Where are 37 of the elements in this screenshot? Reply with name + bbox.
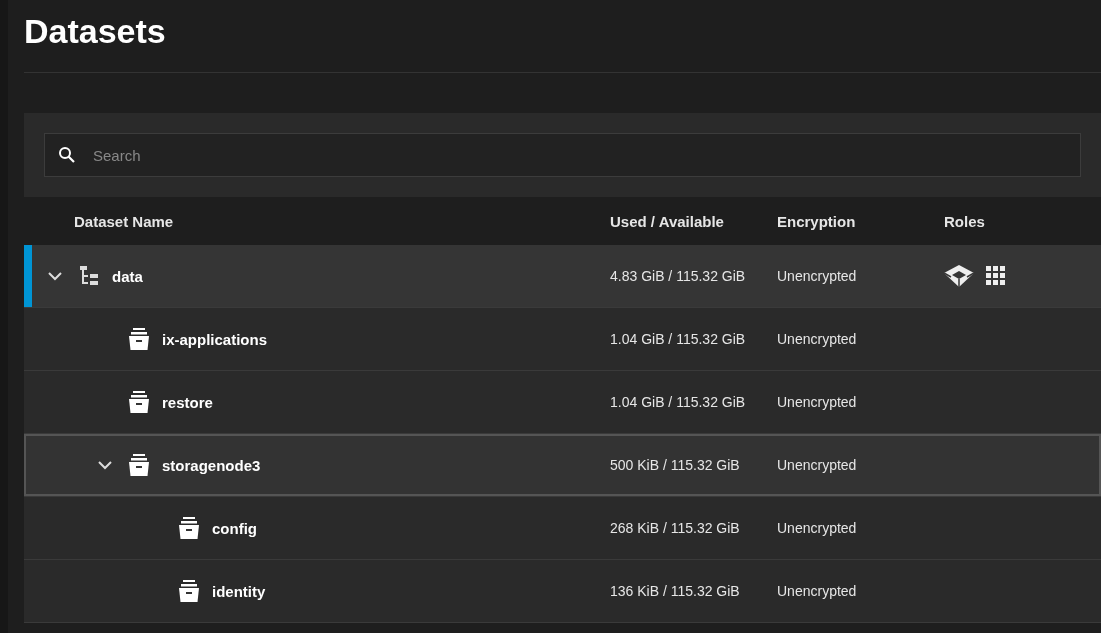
column-header[interactable]: Used / Available xyxy=(610,212,777,230)
archive-icon xyxy=(128,454,150,476)
apps-role-icon xyxy=(944,265,974,287)
dataset-name: data xyxy=(112,267,143,285)
dataset-name: restore xyxy=(162,393,213,411)
dataset-name: ix-applications xyxy=(162,330,268,348)
archive-icon xyxy=(178,517,200,539)
encryption-status: Unencrypted xyxy=(777,394,858,410)
chevron-icon[interactable] xyxy=(48,271,62,281)
usage-text: 1.04 GiB / 115.32 GiB xyxy=(610,331,747,347)
dataset-row[interactable]: storagenode3 500 KiB / 115.32 GiB Unencrypted xyxy=(24,434,1101,497)
page-title: Datasets xyxy=(24,11,167,52)
dataset-name: config xyxy=(212,519,257,537)
encryption-status: Unencrypted xyxy=(777,268,858,284)
usage-text: 500 KiB / 115.32 GiB xyxy=(610,457,741,473)
encryption-status: Unencrypted xyxy=(777,583,858,599)
selection-bar xyxy=(24,245,32,307)
usage-text: 136 KiB / 115.32 GiB xyxy=(610,583,741,599)
archive-icon xyxy=(128,391,150,413)
column-header[interactable]: Roles xyxy=(944,212,1101,230)
tree-icon xyxy=(78,266,100,286)
dataset-name: storagenode3 xyxy=(162,456,261,474)
column-header[interactable]: Dataset Name xyxy=(24,212,610,230)
dataset-name: identity xyxy=(212,582,266,600)
dataset-row[interactable]: data 4.83 GiB / 115.32 GiB Unencrypted xyxy=(24,245,1101,308)
chevron-icon[interactable] xyxy=(98,460,112,470)
usage-text: 4.83 GiB / 115.32 GiB xyxy=(610,268,747,284)
search-field[interactable]: Search xyxy=(44,133,1081,177)
encryption-status: Unencrypted xyxy=(777,520,858,536)
usage-text: 268 KiB / 115.32 GiB xyxy=(610,520,741,536)
usage-text: 1.04 GiB / 115.32 GiB xyxy=(610,394,747,410)
encryption-status: Unencrypted xyxy=(777,331,858,347)
archive-icon xyxy=(128,328,150,350)
grid-icon xyxy=(986,266,1006,286)
archive-icon xyxy=(178,580,200,602)
encryption-status: Unencrypted xyxy=(777,457,858,473)
column-header[interactable]: Encryption xyxy=(777,212,944,230)
